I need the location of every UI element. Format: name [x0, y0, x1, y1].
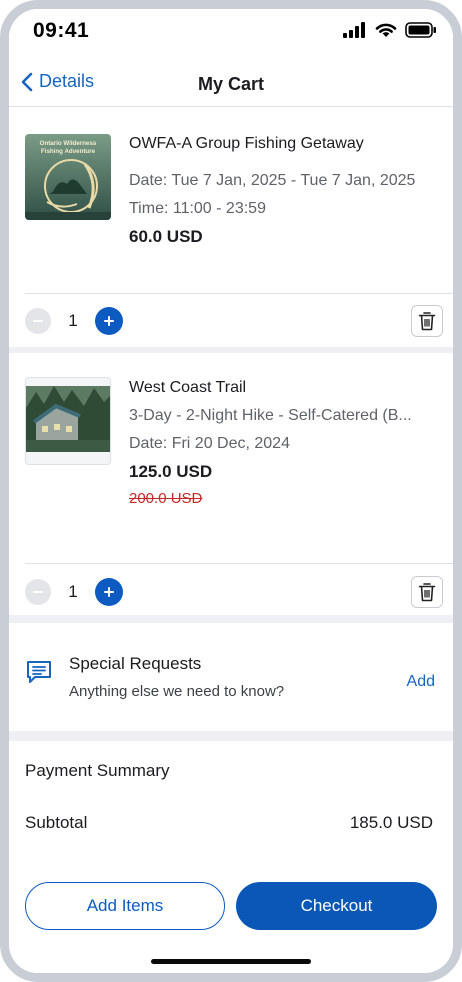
status-icons — [343, 22, 437, 38]
quantity-value: 1 — [68, 311, 78, 330]
increase-quantity-button[interactable] — [95, 307, 123, 335]
lodge-image — [26, 378, 110, 464]
phone-frame: 09:41 Details My Cart Ontario Wilderness… — [0, 0, 462, 982]
item-thumbnail: Ontario Wilderness Fishing Adventure — [25, 134, 111, 220]
item-subtitle: 3-Day - 2-Night Hike - Self-Catered (B..… — [129, 407, 412, 424]
item-price: 125.0 USD — [129, 462, 213, 481]
section-separator — [9, 731, 453, 741]
add-special-request-button[interactable]: Add — [407, 673, 435, 691]
minus-icon — [33, 591, 43, 593]
item-thumbnail — [25, 377, 111, 465]
subtotal-value: 185.0 USD — [349, 813, 433, 832]
decrease-quantity-button[interactable] — [25, 308, 51, 334]
payment-summary-title: Payment Summary — [25, 761, 170, 780]
cart-item: West Coast Trail 3-Day - 2-Night Hike - … — [9, 353, 453, 615]
minus-icon — [33, 320, 43, 322]
delete-item-button[interactable] — [411, 305, 443, 337]
trash-icon — [418, 312, 436, 331]
battery-icon — [405, 22, 436, 38]
item-date: Date: Fri 20 Dec, 2024 — [129, 435, 290, 452]
delete-item-button[interactable] — [411, 576, 443, 608]
checkout-button[interactable]: Checkout — [236, 882, 437, 930]
item-divider — [25, 563, 453, 564]
checkout-label: Checkout — [300, 896, 373, 915]
item-title[interactable]: OWFA-A Group Fishing Getaway — [129, 135, 364, 153]
item-time: Time: 11:00 - 23:59 — [129, 200, 266, 217]
special-requests-title: Special Requests — [69, 654, 202, 673]
home-indicator[interactable] — [151, 959, 311, 964]
special-requests-row[interactable]: Special Requests Anything else we need t… — [9, 623, 453, 731]
cellular-signal-icon — [343, 22, 365, 38]
navigation-bar: Details My Cart — [9, 61, 453, 107]
add-items-label: Add Items — [86, 896, 164, 915]
plus-icon — [104, 316, 114, 326]
special-requests-subtitle: Anything else we need to know? — [69, 683, 285, 700]
quantity-stepper: 1 — [25, 578, 123, 606]
payment-summary: Payment Summary Subtotal 185.0 USD Add I… — [9, 741, 453, 973]
item-original-price: 200.0 USD — [129, 490, 203, 507]
wifi-icon — [375, 23, 397, 37]
thumbnail-text-line-2: Fishing Adventure — [41, 148, 96, 155]
item-divider — [25, 293, 453, 294]
decrease-quantity-button[interactable] — [25, 579, 51, 605]
fishing-adventure-image: Ontario Wilderness Fishing Adventure — [25, 134, 111, 220]
item-price: 60.0 USD — [129, 227, 203, 246]
message-icon — [27, 661, 51, 683]
quantity-value: 1 — [68, 582, 78, 601]
status-time: 09:41 — [33, 19, 90, 42]
page-title: My Cart — [197, 74, 264, 94]
status-bar: 09:41 — [9, 9, 453, 59]
quantity-stepper: 1 — [25, 307, 123, 335]
add-items-button[interactable]: Add Items — [25, 882, 225, 930]
screen: 09:41 Details My Cart Ontario Wilderness… — [9, 9, 453, 973]
section-separator — [9, 615, 453, 623]
trash-icon — [418, 583, 436, 602]
subtotal-label: Subtotal — [25, 813, 88, 832]
plus-icon — [104, 587, 114, 597]
cart-item: Ontario Wilderness Fishing Adventure OWF… — [9, 108, 453, 347]
thumbnail-text-line-1: Ontario Wilderness — [40, 140, 97, 147]
increase-quantity-button[interactable] — [95, 578, 123, 606]
item-date: Date: Tue 7 Jan, 2025 - Tue 7 Jan, 2025 — [129, 172, 416, 189]
item-title[interactable]: West Coast Trail — [129, 379, 246, 397]
